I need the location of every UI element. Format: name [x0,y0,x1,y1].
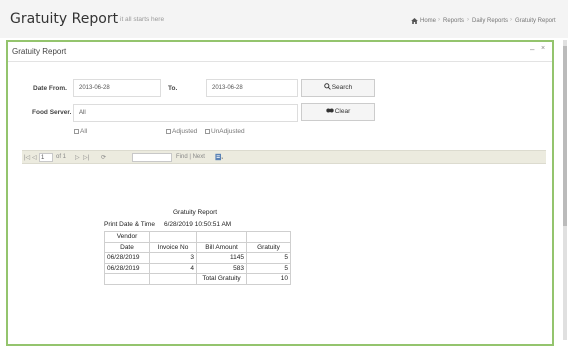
last-page-button[interactable]: ▷| [83,154,89,161]
table-cell: 5 [246,262,291,274]
page-subtitle: it all starts here [120,16,165,23]
next-page-button[interactable]: ▷ [75,154,80,161]
clear-button[interactable]: Clear [301,103,375,121]
column-header-date: Date [104,241,150,253]
unadjusted-checkbox-label: UnAdjusted [211,128,245,135]
table-cell: 3 [149,252,197,264]
gratuity-table: Vendor Date Invoice No Bill Amount Gratu… [104,231,291,285]
table-row: 06/28/2019 3 1145 5 [104,252,291,264]
export-icon[interactable] [215,153,223,161]
page-title: Gratuity Report [10,11,119,27]
adjusted-checkbox-label: Adjusted [172,128,198,135]
refresh-button[interactable]: ⟳ [101,154,106,161]
breadcrumb-separator: › [467,17,469,23]
breadcrumb-reports[interactable]: Reports [443,18,464,24]
clear-icon [326,108,334,113]
search-icon [323,83,331,90]
find-text-input[interactable] [132,153,172,162]
to-label: To. [168,85,178,92]
page-number-input[interactable]: 1 [39,153,53,162]
vendor-header: Vendor [104,231,150,243]
breadcrumb-home[interactable]: Home [420,18,436,24]
breadcrumb-separator: › [438,17,440,23]
unadjusted-checkbox[interactable]: UnAdjusted [205,128,245,135]
food-server-label: Food Server. [32,109,72,116]
table-cell: 06/28/2019 [104,262,150,274]
table-cell: 5 [246,252,291,264]
total-gratuity-value: 10 [246,273,291,285]
blank-cell [149,231,197,243]
checkbox-box [166,129,171,134]
checkbox-box [74,129,79,134]
blank-cell [104,273,150,285]
food-server-select[interactable]: All [73,104,355,122]
breadcrumb-daily-reports[interactable]: Daily Reports [472,18,508,24]
print-date-value: 6/28/2019 10:50:51 AM [164,221,232,228]
column-header-gratuity: Gratuity [246,241,291,253]
table-header-row: Date Invoice No Bill Amount Gratuity [104,241,291,253]
first-page-button[interactable]: |◁ [24,154,30,161]
checkbox-box [205,129,210,134]
panel-header: Gratuity Report – × [8,42,552,62]
home-icon [411,18,418,24]
panel-title: Gratuity Report [12,47,67,56]
food-server-value: All [79,110,86,116]
search-button-label: Search [331,84,353,91]
search-button[interactable]: Search [301,79,375,97]
all-checkbox[interactable]: All [74,128,87,135]
report-title: Gratuity Report [173,209,218,216]
total-gratuity-label: Total Gratuity [196,273,247,285]
date-from-input[interactable]: 2013-06-28 [73,79,161,97]
report-viewer-toolbar: |◁ ◁ 1 of 1 ▷ ▷| ⟳ Find | Next [22,150,546,164]
scrollbar-thumb[interactable] [563,46,567,226]
blank-cell [149,273,197,285]
minimize-icon[interactable]: – [530,45,534,54]
adjusted-checkbox[interactable]: Adjusted [166,128,197,135]
blank-cell [196,231,247,243]
column-header-bill-amount: Bill Amount [196,241,247,253]
breadcrumb-separator: › [510,17,512,23]
breadcrumb-current: Gratuity Report [515,18,556,24]
table-cell: 06/28/2019 [104,252,150,264]
date-to-input[interactable]: 2013-06-28 [206,79,298,97]
page-count: of 1 [56,154,67,160]
table-row: 06/28/2019 4 583 5 [104,262,291,274]
clear-button-label: Clear [334,108,351,115]
all-checkbox-label: All [80,128,88,135]
table-cell: 583 [196,262,247,274]
table-total-row: Total Gratuity 10 [104,273,291,285]
close-icon[interactable]: × [541,45,545,52]
find-next-link[interactable]: Find | Next [176,154,205,160]
prev-page-button[interactable]: ◁ [32,154,37,161]
column-header-invoice: Invoice No [149,241,197,253]
print-date-label: Print Date & Time [104,221,155,228]
table-cell: 4 [149,262,197,274]
page-header: Gratuity Report it all starts here Home … [0,0,568,38]
blank-cell [246,231,291,243]
table-header-row: Vendor [104,231,291,243]
table-cell: 1145 [196,252,247,264]
date-from-label: Date From. [33,85,67,92]
